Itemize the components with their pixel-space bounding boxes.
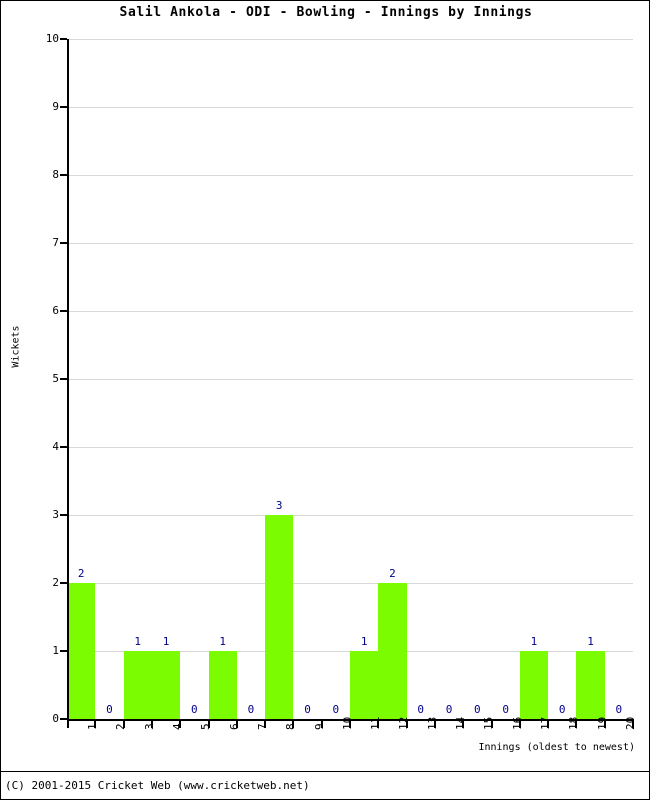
y-axis-tick-label: 9 xyxy=(52,100,59,113)
bar-value-label: 1 xyxy=(162,635,170,648)
bar xyxy=(151,651,181,719)
bar-value-label: 0 xyxy=(417,703,425,716)
bar xyxy=(519,651,549,719)
x-axis-tick-label: 19 xyxy=(595,716,609,730)
x-axis-tick-label: 20 xyxy=(623,716,637,730)
x-axis-tick-label: 10 xyxy=(340,716,354,730)
bar-value-label: 1 xyxy=(134,635,142,648)
gridline xyxy=(67,583,633,584)
y-axis-tick xyxy=(60,446,67,448)
x-axis-tick-label: 17 xyxy=(538,716,552,730)
bar xyxy=(378,583,407,719)
bar-value-label: 0 xyxy=(615,703,623,716)
x-axis-tick xyxy=(67,721,69,728)
x-axis-tick-label: 7 xyxy=(255,723,269,730)
x-axis-title: Innings (oldest to newest) xyxy=(478,742,635,753)
gridline xyxy=(67,107,633,108)
bar-value-label: 0 xyxy=(304,703,311,716)
x-axis-tick-label: 9 xyxy=(312,723,326,730)
bar-value-label: 1 xyxy=(530,635,538,648)
chart-container: Salil Ankola - ODI - Bowling - Innings b… xyxy=(0,0,650,800)
bar-value-label: 3 xyxy=(275,499,283,512)
x-axis-tick-label: 18 xyxy=(567,716,581,730)
x-axis-tick-label: 13 xyxy=(425,716,439,730)
y-axis-tick xyxy=(60,650,67,652)
gridline xyxy=(67,175,633,176)
x-axis-tick-label: 1 xyxy=(86,723,100,730)
bar-value-label: 2 xyxy=(389,567,396,580)
bar-value-label: 1 xyxy=(219,635,226,648)
y-axis-tick-label: 1 xyxy=(52,644,59,657)
gridline xyxy=(67,39,633,40)
x-axis-tick-label: 5 xyxy=(199,723,213,730)
x-axis-tick-label: 11 xyxy=(369,716,383,730)
footer-copyright: (C) 2001-2015 Cricket Web (www.cricketwe… xyxy=(5,779,310,792)
bar xyxy=(123,651,152,719)
bar xyxy=(208,651,237,719)
y-axis-line xyxy=(67,39,69,720)
x-axis-tick-label: 15 xyxy=(482,716,496,730)
bar xyxy=(67,583,96,719)
y-axis-tick xyxy=(60,582,67,584)
y-axis-tick xyxy=(60,174,67,176)
x-axis-tick-label: 3 xyxy=(142,723,156,730)
y-axis-tick-label: 6 xyxy=(52,304,59,317)
bar xyxy=(265,515,294,719)
y-axis-tick xyxy=(60,514,67,516)
plot-area: 2 0 1 1 0 1 0 3 0 0 1 2 0 0 0 0 1 0 1 0 xyxy=(67,39,633,719)
bar xyxy=(576,651,605,719)
bar-value-label: 0 xyxy=(445,703,453,716)
x-axis-tick-label: 12 xyxy=(397,716,411,730)
y-axis-tick xyxy=(60,718,67,720)
gridline xyxy=(67,515,633,516)
y-axis-tick-label: 4 xyxy=(52,440,59,453)
y-axis-tick-label: 0 xyxy=(52,712,59,725)
bar-value-label: 0 xyxy=(474,703,481,716)
y-axis-tick-label: 2 xyxy=(52,576,59,589)
y-axis-tick-label: 5 xyxy=(52,372,59,385)
bar-value-label: 1 xyxy=(587,635,594,648)
y-axis-title: Wickets xyxy=(10,325,22,368)
x-axis-tick-label: 4 xyxy=(171,723,185,730)
y-axis-tick-label: 7 xyxy=(52,236,59,249)
gridline xyxy=(67,447,633,448)
bar-value-label: 0 xyxy=(191,703,198,716)
x-axis-tick-label: 14 xyxy=(454,716,468,730)
y-axis-tick xyxy=(60,38,67,40)
y-axis-tick-label: 10 xyxy=(45,32,59,45)
bar-value-label: 0 xyxy=(558,703,566,716)
bar-value-label: 0 xyxy=(502,703,509,716)
bar-value-label: 2 xyxy=(77,567,85,580)
y-axis-tick xyxy=(60,242,67,244)
y-axis-tick-label: 8 xyxy=(52,168,59,181)
x-axis-tick-label: 6 xyxy=(227,723,241,730)
x-axis-tick-label: 16 xyxy=(510,716,524,730)
bar-value-label: 0 xyxy=(247,703,255,716)
bar xyxy=(350,651,379,719)
y-axis-tick xyxy=(60,310,67,312)
y-axis-tick xyxy=(60,378,67,380)
gridline xyxy=(67,243,633,244)
x-axis-tick-label: 2 xyxy=(114,723,128,730)
chart-title: Salil Ankola - ODI - Bowling - Innings b… xyxy=(119,5,533,20)
x-axis-tick-label: 8 xyxy=(284,723,298,730)
y-axis-tick xyxy=(60,106,67,108)
bar-value-label: 0 xyxy=(106,703,113,716)
bar-value-label: 0 xyxy=(332,703,340,716)
bar-value-label: 1 xyxy=(360,635,368,648)
y-axis-tick-label: 3 xyxy=(52,508,59,521)
gridline xyxy=(67,311,633,312)
gridline xyxy=(67,379,633,380)
footer-divider xyxy=(1,771,649,772)
